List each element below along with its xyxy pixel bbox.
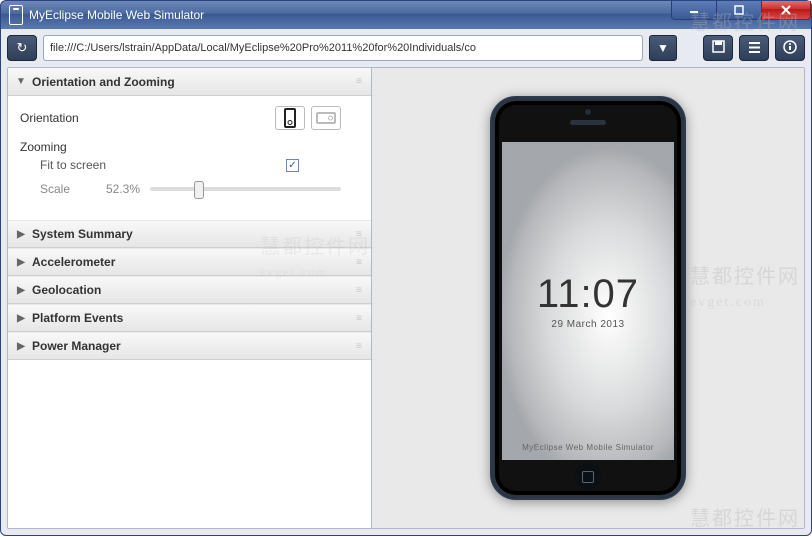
panel-header-orientation-zoom[interactable]: ▼ Orientation and Zooming ≡	[8, 68, 371, 96]
panel-title: Geolocation	[32, 283, 101, 297]
save-button[interactable]	[703, 35, 733, 61]
panel-title: Orientation and Zooming	[32, 75, 175, 89]
app-icon	[9, 5, 23, 25]
clock-time: 11:07	[537, 272, 639, 317]
zooming-label: Zooming	[20, 140, 130, 154]
grip-icon: ≡	[356, 257, 361, 268]
info-button[interactable]	[775, 35, 805, 61]
panel-header-geolocation[interactable]: ▶ Geolocation ≡	[8, 276, 371, 304]
panel-body-orientation-zoom: Orientation Zooming Fit to screen ✓ Scal…	[8, 96, 371, 220]
toolbar: ↻ file:///C:/Users/lstrain/AppData/Local…	[7, 35, 805, 61]
chevron-right-icon: ▶	[14, 341, 28, 352]
minimize-button[interactable]	[671, 1, 717, 20]
grip-icon: ≡	[356, 285, 361, 296]
refresh-button[interactable]: ↻	[7, 35, 37, 61]
chevron-right-icon: ▶	[14, 285, 28, 296]
orientation-landscape-button[interactable]	[311, 106, 341, 130]
menu-icon	[748, 41, 761, 56]
url-dropdown-button[interactable]: ▼	[649, 35, 677, 61]
simulator-footer-label: MyEclipse Web Mobile Simulator	[522, 443, 654, 452]
title-bar: MyEclipse Mobile Web Simulator	[0, 0, 812, 29]
grip-icon: ≡	[356, 229, 361, 240]
scale-label: Scale	[40, 182, 70, 196]
clock-date: 29 March 2013	[551, 319, 624, 330]
landscape-icon	[316, 112, 336, 124]
panel-header-accelerometer[interactable]: ▶ Accelerometer ≡	[8, 248, 371, 276]
window-title: MyEclipse Mobile Web Simulator	[29, 8, 204, 22]
chevron-right-icon: ▶	[14, 257, 28, 268]
camera-dot	[585, 109, 591, 115]
panel-title: Accelerometer	[32, 255, 115, 269]
info-icon	[783, 40, 797, 57]
scale-value: 52.3%	[70, 182, 140, 196]
maximize-button[interactable]	[716, 1, 762, 20]
phone-device: 11:07 29 March 2013 MyEclipse Web Mobile…	[490, 96, 686, 500]
window-body: ↻ file:///C:/Users/lstrain/AppData/Local…	[0, 29, 812, 536]
grip-icon: ≡	[356, 76, 361, 87]
url-input[interactable]: file:///C:/Users/lstrain/AppData/Local/M…	[43, 35, 643, 61]
chevron-right-icon: ▶	[14, 313, 28, 324]
panel-header-power-manager[interactable]: ▶ Power Manager ≡	[8, 332, 371, 360]
portrait-icon	[284, 108, 296, 128]
grip-icon: ≡	[356, 341, 361, 352]
main-split: ▼ Orientation and Zooming ≡ Orientation …	[7, 67, 805, 529]
chevron-down-icon: ▼	[14, 76, 28, 87]
save-icon	[712, 40, 725, 56]
panel-title: Platform Events	[32, 311, 123, 325]
device-preview-pane: 11:07 29 March 2013 MyEclipse Web Mobile…	[372, 68, 804, 528]
close-button[interactable]	[761, 1, 811, 20]
menu-button[interactable]	[739, 35, 769, 61]
phone-screen[interactable]: 11:07 29 March 2013 MyEclipse Web Mobile…	[502, 142, 674, 460]
orientation-label: Orientation	[20, 111, 130, 125]
speaker-slot	[570, 120, 606, 125]
chevron-right-icon: ▶	[14, 229, 28, 240]
orientation-portrait-button[interactable]	[275, 106, 305, 130]
refresh-icon: ↻	[17, 40, 28, 56]
panel-header-system-summary[interactable]: ▶ System Summary ≡	[8, 220, 371, 248]
grip-icon: ≡	[356, 313, 361, 324]
slider-thumb[interactable]	[194, 181, 204, 199]
scale-slider[interactable]	[150, 187, 341, 191]
fit-to-screen-checkbox[interactable]: ✓	[286, 159, 299, 172]
fit-to-screen-label: Fit to screen	[40, 158, 106, 172]
chevron-down-icon: ▼	[657, 41, 669, 55]
panel-title: Power Manager	[32, 339, 121, 353]
home-button[interactable]	[575, 464, 601, 490]
panel-title: System Summary	[32, 227, 133, 241]
panel-header-platform-events[interactable]: ▶ Platform Events ≡	[8, 304, 371, 332]
left-panel: ▼ Orientation and Zooming ≡ Orientation …	[8, 68, 372, 528]
